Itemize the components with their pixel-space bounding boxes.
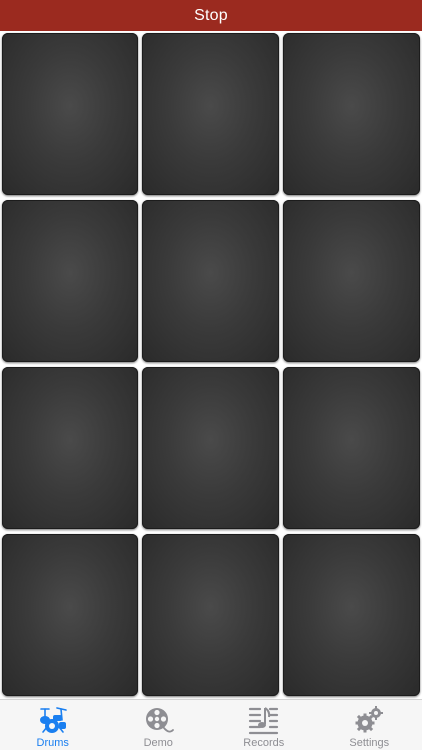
tab-demo-label: Demo <box>143 737 173 749</box>
tab-bar: Drums Demo Records Settings <box>0 699 422 750</box>
drum-pad-4[interactable] <box>2 200 138 362</box>
tab-drums-label: Drums <box>36 737 69 749</box>
drum-pad-10[interactable] <box>2 534 138 696</box>
drum-pad-9[interactable] <box>283 367 420 529</box>
stop-button[interactable]: Stop <box>0 0 422 31</box>
drum-pad-app: Stop Drums Demo Records Settings <box>0 0 422 750</box>
tab-demo[interactable]: Demo <box>106 700 212 750</box>
drum-kit-icon <box>39 707 67 733</box>
drum-pad-11[interactable] <box>142 534 279 696</box>
drum-pad-7[interactable] <box>2 367 138 529</box>
tab-settings[interactable]: Settings <box>317 700 422 750</box>
gears-icon <box>355 706 384 733</box>
stop-label: Stop <box>194 6 228 24</box>
tab-records[interactable]: Records <box>211 700 317 750</box>
drum-pad-8[interactable] <box>142 367 279 529</box>
drum-pad-12[interactable] <box>283 534 420 696</box>
tab-settings-label: Settings <box>349 737 390 749</box>
tab-drums[interactable]: Drums <box>0 700 106 750</box>
drum-pad-5[interactable] <box>142 200 279 362</box>
drum-pad-grid <box>2 33 420 697</box>
film-reel-icon <box>146 708 175 733</box>
drum-pad-1[interactable] <box>2 33 138 195</box>
tab-records-label: Records <box>243 737 285 749</box>
drum-pad-3[interactable] <box>283 33 420 195</box>
drum-pad-2[interactable] <box>142 33 279 195</box>
music-list-icon <box>248 707 278 735</box>
drum-pad-6[interactable] <box>283 200 420 362</box>
